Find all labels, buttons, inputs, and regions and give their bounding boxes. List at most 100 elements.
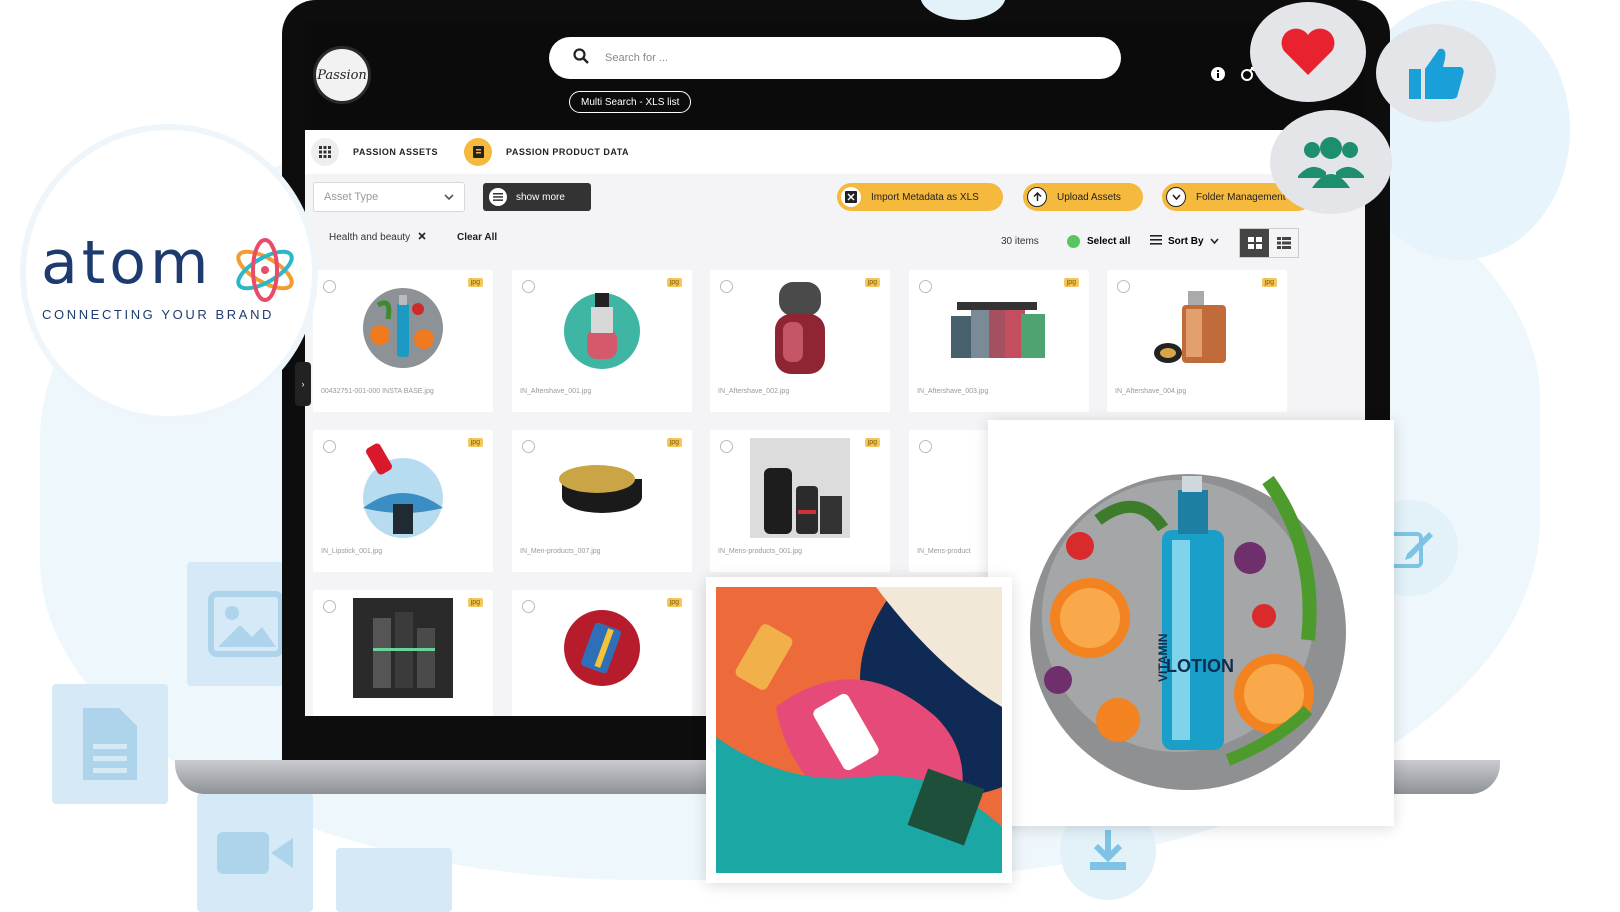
chevron-down-icon — [444, 191, 454, 203]
filter-bar: Asset Type show more Import Metadata as … — [305, 174, 1365, 220]
asset-card[interactable]: jpg — [313, 590, 493, 716]
import-metadata-button[interactable]: Import Metadata as XLS — [837, 183, 1003, 211]
file-type-badge: jpg — [1261, 278, 1277, 287]
featured-product-image: LOTION VITAMIN — [988, 420, 1394, 826]
select-all-button[interactable]: Select all — [1067, 235, 1130, 248]
asset-checkbox[interactable] — [720, 280, 733, 293]
asset-checkbox[interactable] — [1117, 280, 1130, 293]
item-count: 30 items — [1001, 236, 1039, 247]
file-type-badge: jpg — [666, 278, 682, 287]
tab-passion-product-data[interactable]: PASSION PRODUCT DATA — [464, 138, 629, 166]
import-label: Import Metadata as XLS — [871, 191, 979, 203]
asset-type-value: Asset Type — [324, 191, 379, 203]
asset-card[interactable]: jpg IN_Aftershave_001.jpg — [512, 270, 692, 412]
asset-name: IN_Men-products_007.jpg — [520, 548, 601, 555]
file-type-badge: jpg — [467, 278, 483, 287]
asset-thumbnail — [949, 278, 1049, 378]
file-type-badge: jpg — [864, 278, 880, 287]
chevron-down-icon — [1209, 236, 1219, 247]
tab-label: PASSION PRODUCT DATA — [506, 147, 630, 157]
asset-thumbnail — [353, 278, 453, 378]
asset-type-select[interactable]: Asset Type — [313, 182, 465, 212]
bottle-sublabel: VITAMIN — [1156, 633, 1170, 682]
excel-icon — [841, 187, 861, 207]
tab-passion-assets[interactable]: PASSION ASSETS — [311, 138, 438, 166]
show-more-label: show more — [516, 191, 565, 203]
asset-checkbox[interactable] — [522, 280, 535, 293]
active-filter-chip[interactable]: Health and beauty — [329, 232, 426, 243]
asset-card[interactable]: jpg IN_Aftershave_004.jpg — [1107, 270, 1287, 412]
multi-search-button[interactable]: Multi Search - XLS list — [569, 91, 692, 113]
sort-by-label: Sort By — [1168, 236, 1204, 247]
asset-card[interactable]: jpg IN_Lipstick_001.jpg — [313, 430, 493, 572]
chevron-right-icon: › — [301, 379, 305, 389]
asset-checkbox[interactable] — [323, 600, 336, 613]
asset-checkbox[interactable] — [323, 440, 336, 453]
clear-all-button[interactable]: Clear All — [457, 232, 497, 243]
asset-checkbox[interactable] — [522, 440, 535, 453]
active-filter-label: Health and beauty — [329, 232, 411, 243]
asset-thumbnail — [1147, 278, 1247, 378]
brand-tagline: CONNECTING YOUR BRAND — [42, 307, 275, 322]
results-toolbar: Health and beauty Clear All 30 items Sel… — [305, 220, 1365, 270]
filter-icon — [489, 188, 507, 206]
upload-label: Upload Assets — [1057, 191, 1121, 203]
asset-card[interactable]: jpg 00432751-001-000 INSTA BASE.jpg — [313, 270, 493, 412]
select-all-indicator — [1067, 235, 1080, 248]
asset-checkbox[interactable] — [919, 440, 932, 453]
asset-card[interactable]: jpg — [512, 590, 692, 716]
search-icon — [573, 47, 589, 69]
show-more-button[interactable]: show more — [483, 183, 591, 211]
asset-card[interactable]: jpg IN_Aftershave_002.jpg — [710, 270, 890, 412]
asset-checkbox[interactable] — [720, 440, 733, 453]
atom-logo-icon — [236, 238, 294, 302]
asset-card[interactable]: jpg IN_Men-products_007.jpg — [512, 430, 692, 572]
upload-assets-button[interactable]: Upload Assets — [1023, 183, 1143, 211]
asset-thumbnail — [353, 598, 453, 698]
media-tile — [336, 848, 452, 912]
brand-wordmark: atom — [41, 228, 213, 298]
heart-bubble — [1250, 2, 1366, 102]
info-icon[interactable] — [1210, 66, 1226, 82]
asset-thumbnail — [353, 438, 453, 538]
search-input[interactable]: Search for ... — [549, 37, 1121, 79]
sidebar-toggle[interactable]: › — [295, 362, 311, 406]
list-view-icon[interactable] — [1269, 229, 1298, 257]
upload-icon — [1027, 187, 1047, 207]
like-bubble — [1376, 24, 1496, 122]
file-type-badge: jpg — [666, 438, 682, 447]
asset-card[interactable]: jpg IN_Mens-products_001.jpg — [710, 430, 890, 572]
asset-thumbnail — [552, 598, 652, 698]
asset-thumbnail — [750, 438, 850, 538]
close-icon[interactable] — [418, 232, 426, 243]
grid-view-icon[interactable] — [1240, 229, 1269, 257]
asset-thumbnail — [552, 278, 652, 378]
asset-thumbnail — [552, 438, 652, 538]
file-type-badge: jpg — [864, 438, 880, 447]
asset-name: IN_Aftershave_002.jpg — [718, 388, 790, 395]
tabs-bar: PASSION ASSETS PASSION PRODUCT DATA — [305, 130, 1365, 174]
list-icon — [1150, 235, 1162, 248]
asset-checkbox[interactable] — [522, 600, 535, 613]
view-toggle — [1239, 228, 1299, 258]
file-type-badge: jpg — [467, 438, 483, 447]
asset-checkbox[interactable] — [323, 280, 336, 293]
asset-thumbnail — [750, 278, 850, 378]
people-icon — [1298, 137, 1364, 188]
asset-name: IN_Mens-products_001.jpg — [718, 548, 803, 555]
sort-by-dropdown[interactable]: Sort By — [1150, 235, 1219, 248]
thumbs-up-icon — [1409, 48, 1464, 99]
asset-card[interactable]: jpg IN_Aftershave_003.jpg — [909, 270, 1089, 412]
bottle-label: LOTION — [1166, 656, 1234, 676]
asset-name: IN_Lipstick_001.jpg — [321, 548, 383, 555]
grid-icon — [311, 138, 339, 166]
company-logo[interactable]: Passion — [313, 46, 371, 104]
select-all-label: Select all — [1087, 236, 1131, 247]
file-type-badge: jpg — [1063, 278, 1079, 287]
asset-name: IN_Aftershave_003.jpg — [917, 388, 989, 395]
document-icon — [52, 684, 168, 804]
asset-checkbox[interactable] — [919, 280, 932, 293]
asset-name: IN_Aftershave_001.jpg — [520, 388, 592, 395]
promo-stage: Passion Search for ... Multi Search - XL… — [0, 0, 1620, 912]
file-type-badge: jpg — [467, 598, 483, 607]
